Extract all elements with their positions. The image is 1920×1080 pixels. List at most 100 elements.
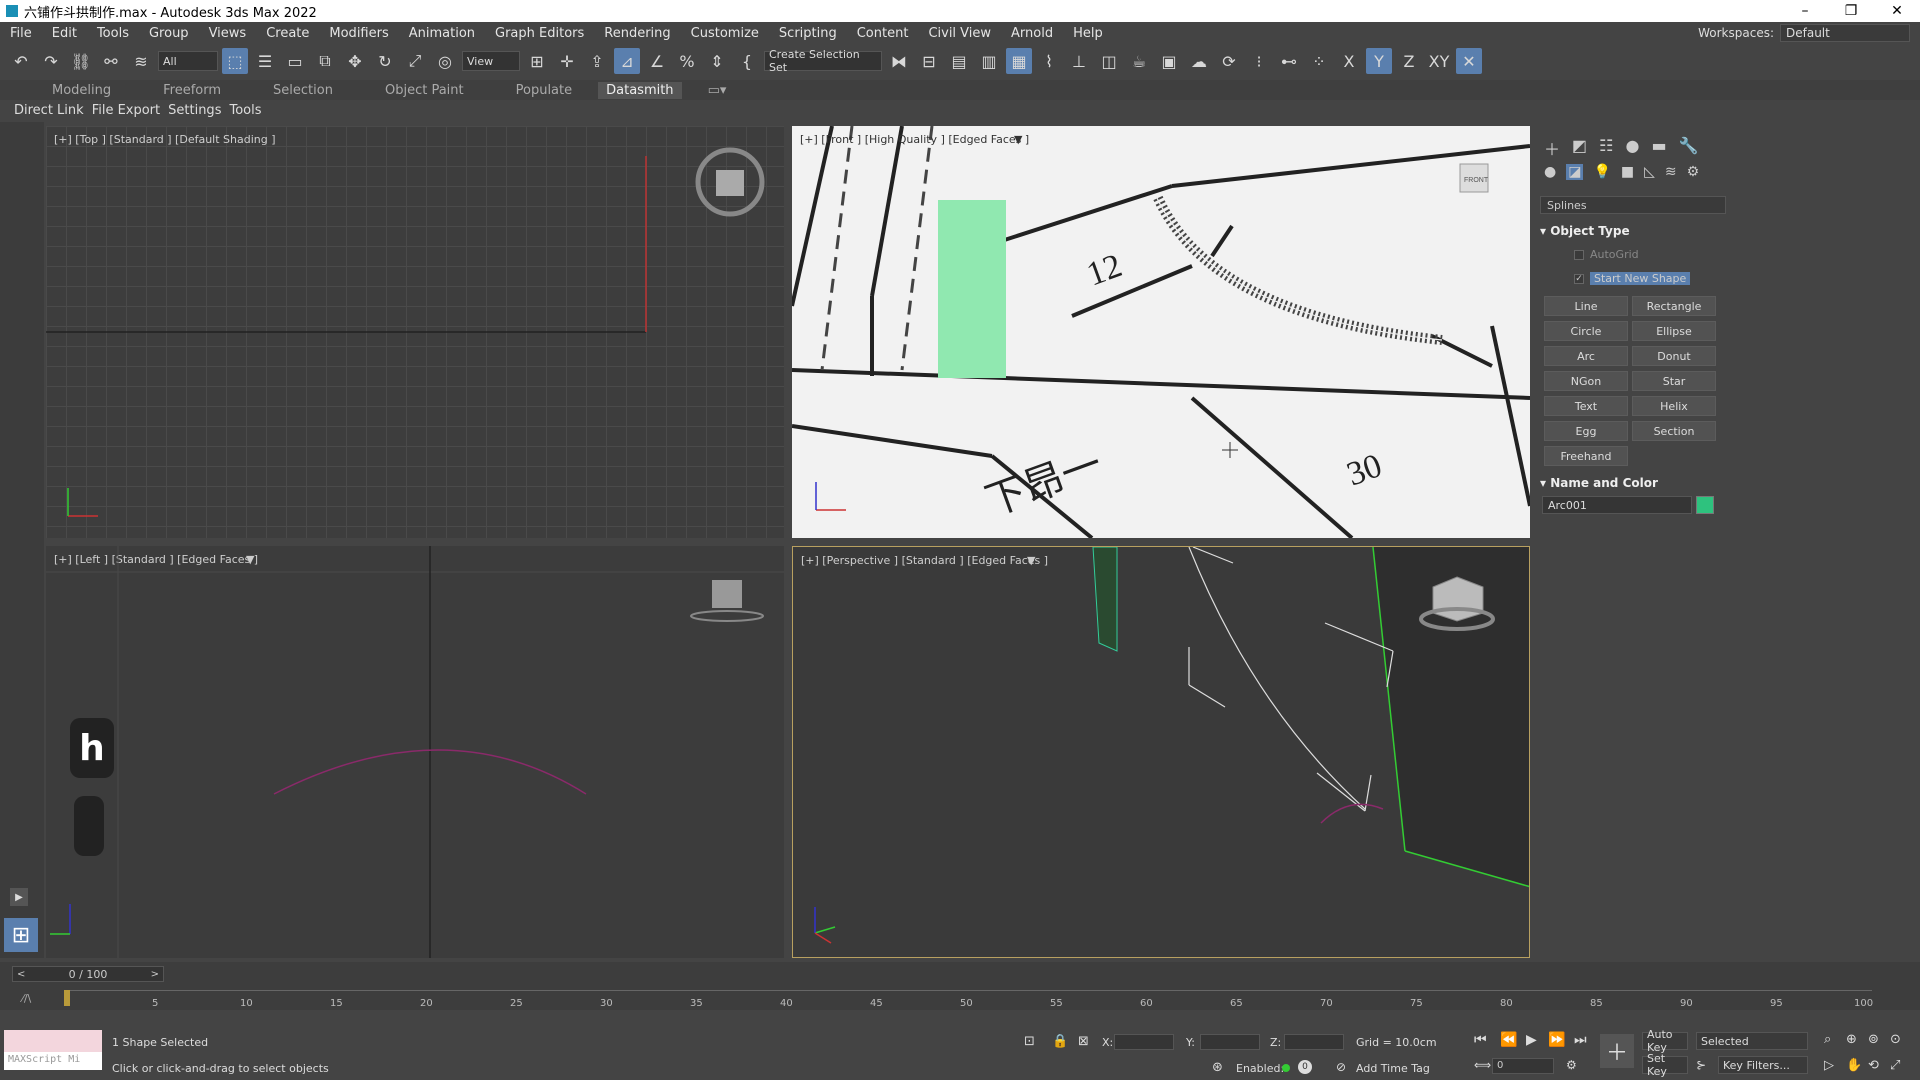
viewport-front[interactable]: 12 下昂一 30 FRONT [+] [Front ] [High Quali… [792,126,1530,538]
key-selection-dropdown[interactable]: Selected [1696,1032,1808,1050]
curve-editor-icon[interactable]: ⌇ [1036,48,1062,74]
selection-lock-icon[interactable]: 🔒 [1052,1034,1068,1049]
viewport-layout-icon[interactable]: ⊞ [4,918,38,952]
maxscript-listener-pink[interactable] [4,1030,102,1052]
menu-graph-editors[interactable]: Graph Editors [485,26,594,41]
axis-constraint-icon[interactable]: ✕ [1456,48,1482,74]
rendered-frame-window-icon[interactable]: ▣ [1156,48,1182,74]
display-tab-icon[interactable]: ▬ [1651,136,1666,160]
name-and-color-rollout[interactable]: ▾ Name and Color [1540,476,1726,490]
tab-populate[interactable]: Populate [490,83,599,98]
lights-icon[interactable]: 💡 [1593,164,1610,180]
pivot-center-icon[interactable]: ⊞ [524,48,550,74]
adaptive-degradation-icon[interactable]: ⊛ [1212,1060,1223,1075]
object-type-rollout[interactable]: ▾ Object Type [1540,224,1726,238]
key-filters-button[interactable]: Key Filters... [1718,1056,1808,1074]
set-key-icon[interactable]: ＋ [1600,1034,1634,1068]
section-button[interactable]: Section [1632,421,1716,441]
add-time-tag-icon[interactable]: ⊘ [1336,1060,1346,1074]
mirror-icon[interactable]: ⧓ [886,48,912,74]
axis-xy-button[interactable]: XY [1426,48,1452,74]
keyboard-shortcut-override-icon[interactable]: ⇪ [584,48,610,74]
menu-group[interactable]: Group [139,26,199,41]
move-icon[interactable]: ✥ [342,48,368,74]
minimize-button[interactable]: – [1782,0,1828,22]
enabled-indicator[interactable] [1282,1064,1290,1072]
undo-icon[interactable]: ↶ [8,48,34,74]
select-object-icon[interactable]: ⬚ [222,48,248,74]
menu-views[interactable]: Views [199,26,257,41]
orbit-icon[interactable]: ⟲ [1868,1058,1879,1073]
space-warps-icon[interactable]: ≋ [1665,164,1677,180]
helpers-icon[interactable]: ◺ [1644,164,1655,180]
ngon-button[interactable]: NGon [1544,371,1628,391]
object-color-swatch[interactable] [1696,496,1714,514]
viewcube-perspective[interactable] [1432,576,1484,622]
geometry-icon[interactable]: ● [1544,164,1556,180]
modify-tab-icon[interactable]: ◩ [1572,136,1587,160]
snaps-toggle-icon[interactable]: ⊿ [614,48,640,74]
render-iterative-icon[interactable]: ⟳ [1216,48,1242,74]
scene-explorer-icon[interactable]: ▤ [946,48,972,74]
material-editor-icon[interactable]: ◫ [1096,48,1122,74]
menu-scripting[interactable]: Scripting [769,26,847,41]
percent-snap-icon[interactable]: % [674,48,700,74]
scale-icon[interactable]: ⤢ [402,48,428,74]
z-coordinate-field[interactable] [1284,1034,1344,1050]
time-slider[interactable]: < 0 / 100 > [12,966,164,982]
select-manipulate-icon[interactable]: ✛ [554,48,580,74]
menu-civil-view[interactable]: Civil View [918,26,1001,41]
set-key-button[interactable]: Set Key [1642,1052,1688,1078]
maximize-viewport-icon[interactable]: ⤢ [1890,1058,1900,1073]
maximize-button[interactable]: ❐ [1828,0,1874,22]
angle-snap-icon[interactable]: ∠ [644,48,670,74]
selection-filter-dropdown[interactable]: All [158,51,218,71]
render-setup-icon[interactable]: ☕ [1126,48,1152,74]
hierarchy-tab-icon[interactable]: ☷ [1599,136,1613,160]
systems-icon[interactable]: ⚙ [1687,164,1700,180]
viewcube-left[interactable] [712,580,742,608]
add-time-tag-label[interactable]: Add Time Tag [1356,1062,1430,1075]
unlink-icon[interactable]: ⚯ [98,48,124,74]
zoom-icon[interactable]: ⌕ [1824,1032,1831,1047]
autogrid-box[interactable] [1574,249,1584,260]
window-crossing-icon[interactable]: ⧉ [312,48,338,74]
menu-edit[interactable]: Edit [42,26,87,41]
expand-arrow-icon[interactable]: ▶ [10,888,28,906]
place-icon[interactable]: ◎ [432,48,458,74]
motion-tab-icon[interactable]: ● [1625,136,1639,160]
selection-lock-icon[interactable]: ⁘ [1306,48,1332,74]
arc-button[interactable]: Arc [1544,346,1628,366]
filter-icon-front[interactable]: ▼ [1014,133,1022,146]
time-configuration-icon[interactable]: ⚙ [1566,1058,1577,1072]
autogrid-checkbox[interactable]: AutoGrid [1574,248,1639,261]
go-to-end-icon[interactable]: ⏭ [1574,1032,1587,1048]
object-name-field[interactable]: Arc001 [1542,496,1692,514]
workspaces-select[interactable]: Default [1780,24,1910,42]
curve-editor-toggle-icon[interactable]: ⁄/\ [22,992,31,1005]
shapes-icon[interactable]: ◪ [1566,164,1584,180]
viewport-perspective[interactable]: [+] [Perspective ] [Standard ] [Edged Fa… [792,546,1530,958]
y-coordinate-field[interactable] [1200,1034,1260,1050]
ellipse-button[interactable]: Ellipse [1632,321,1716,341]
selected-box-shape[interactable] [938,200,1006,378]
menu-modifiers[interactable]: Modifiers [319,26,398,41]
menu-animation[interactable]: Animation [399,26,485,41]
rectangle-button[interactable]: Rectangle [1632,296,1716,316]
category-dropdown[interactable]: Splines [1540,196,1726,214]
go-to-start-icon[interactable]: ⏮ [1474,1032,1487,1048]
auto-key-button[interactable]: Auto Key [1642,1028,1688,1054]
axis-y-button[interactable]: Y [1366,48,1392,74]
menu-rendering[interactable]: Rendering [594,26,680,41]
text-button[interactable]: Text [1544,396,1628,416]
key-filter-icon[interactable]: ⊱ [1696,1058,1706,1072]
time-next-icon[interactable]: > [151,969,159,980]
render-production-icon[interactable]: ☁ [1186,48,1212,74]
viewport-left[interactable]: [+] [Left ] [Standard ] [Edged Faces ] ▼… [46,546,784,958]
previous-frame-icon[interactable]: ⏪ [1500,1032,1517,1048]
menu-arnold[interactable]: Arnold [1001,26,1063,41]
tab-freeform[interactable]: Freeform [137,83,247,98]
viewport-front-label[interactable]: [+] [Front ] [High Quality ] [Edged Face… [800,133,1029,146]
zoom-all-icon[interactable]: ⊕ [1846,1032,1857,1047]
redo-icon[interactable]: ↷ [38,48,64,74]
